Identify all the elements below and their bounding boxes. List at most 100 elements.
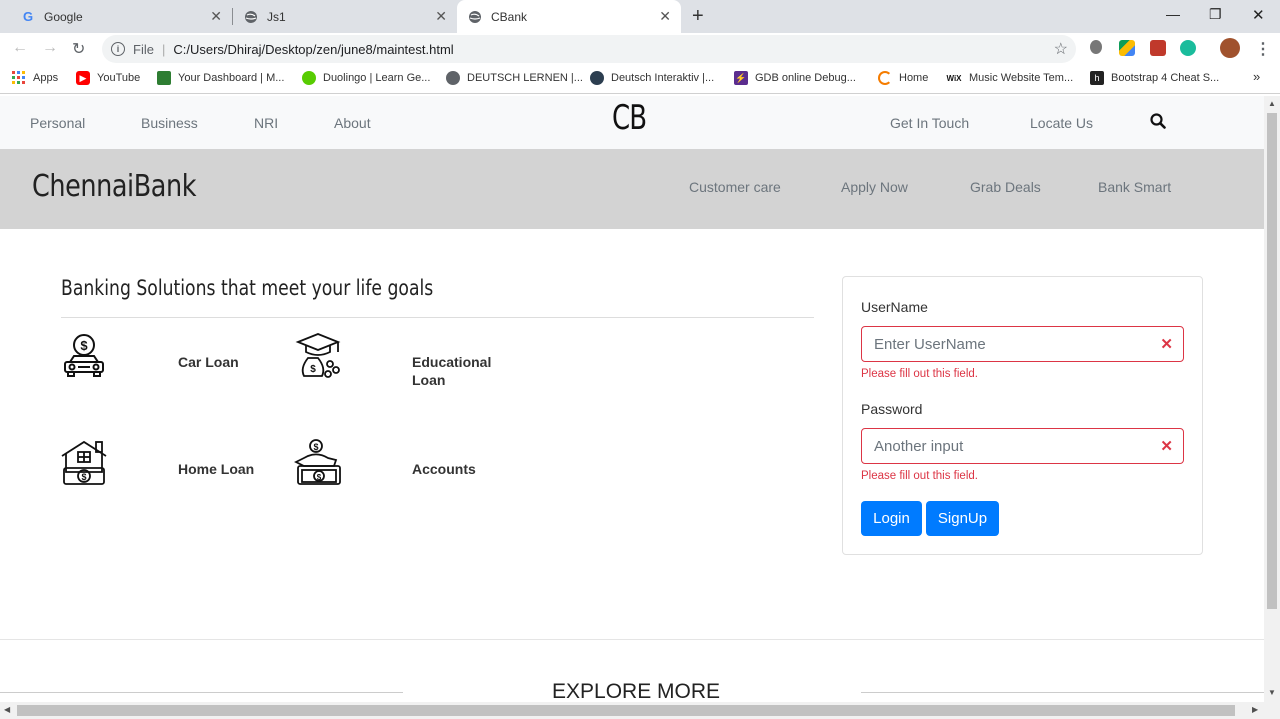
section-divider xyxy=(61,317,814,318)
globe-icon xyxy=(243,9,259,25)
url-scheme: File xyxy=(133,41,154,57)
username-input[interactable]: Enter UserName ✕ xyxy=(861,326,1184,362)
address-toolbar: ← → ↻ i File | C:/Users/Dhiraj/Desktop/z… xyxy=(0,33,1280,64)
bookmark-deutsch-interaktiv[interactable]: Deutsch Interaktiv |... xyxy=(590,71,714,85)
svg-text:$: $ xyxy=(317,473,322,482)
red-extension-icon[interactable] xyxy=(1150,40,1166,56)
tab-title: Js1 xyxy=(267,9,286,24)
bookmark-youtube[interactable]: ▶ YouTube xyxy=(76,71,140,85)
svg-text:$: $ xyxy=(313,442,318,452)
accounts-label[interactable]: Accounts xyxy=(412,460,476,478)
tab-cbank[interactable]: CBank ✕ xyxy=(457,0,681,33)
back-icon[interactable]: ← xyxy=(12,39,28,57)
scroll-left-icon[interactable]: ◀ xyxy=(4,705,10,714)
google-icon: G xyxy=(22,9,34,24)
car-loan-label[interactable]: Car Loan xyxy=(178,353,239,371)
signup-button[interactable]: SignUp xyxy=(926,501,999,536)
bookmark-label: Your Dashboard | M... xyxy=(178,72,285,84)
educational-loan-label[interactable]: Educational Loan xyxy=(412,353,512,389)
search-icon[interactable] xyxy=(1150,113,1166,134)
bookmark-label: GDB online Debug... xyxy=(755,72,856,84)
profile-avatar[interactable] xyxy=(1220,38,1240,58)
solutions-heading: Banking Solutions that meet your life go… xyxy=(61,276,434,300)
invalid-icon: ✕ xyxy=(1160,438,1173,455)
home-loan-label[interactable]: Home Loan xyxy=(178,460,254,478)
secondary-navbar: ChennaiBank Customer care Apply Now Grab… xyxy=(0,149,1264,229)
username-placeholder: Enter UserName xyxy=(874,335,986,353)
browser-tab-strip: G Google ✕ Js1 ✕ CBank ✕ + — ❐ ✕ xyxy=(0,0,1280,33)
bookmark-music-website[interactable]: WiX Music Website Tem... xyxy=(946,71,1073,85)
horizontal-scrollbar[interactable]: ◀ ▶ xyxy=(0,702,1280,719)
close-tab-icon[interactable]: ✕ xyxy=(659,8,671,25)
svg-text:$: $ xyxy=(80,338,88,353)
new-tab-icon[interactable]: + xyxy=(692,5,704,28)
bookmark-gdb[interactable]: ⚡ GDB online Debug... xyxy=(734,71,856,85)
svg-text:$: $ xyxy=(81,472,86,482)
nav-personal[interactable]: Personal xyxy=(30,115,85,131)
close-tab-icon[interactable]: ✕ xyxy=(210,8,222,25)
login-button[interactable]: Login xyxy=(861,501,922,536)
nav-locate-us[interactable]: Locate Us xyxy=(1030,115,1093,131)
nav-bank-smart[interactable]: Bank Smart xyxy=(1098,179,1171,195)
scroll-up-icon[interactable]: ▲ xyxy=(1268,99,1276,108)
bulb-extension-icon[interactable] xyxy=(1090,40,1102,54)
bookmark-bootstrap[interactable]: h Bootstrap 4 Cheat S... xyxy=(1090,71,1219,85)
site-title[interactable]: ChennaiBank xyxy=(32,169,196,204)
scroll-down-icon[interactable]: ▼ xyxy=(1268,688,1276,697)
close-window-icon[interactable]: ✕ xyxy=(1252,6,1265,24)
bookmark-home[interactable]: Home xyxy=(878,71,928,85)
login-card: UserName Enter UserName ✕ Please fill ou… xyxy=(842,276,1203,555)
nav-apply-now[interactable]: Apply Now xyxy=(841,179,908,195)
nav-business[interactable]: Business xyxy=(141,115,198,131)
password-placeholder: Another input xyxy=(874,437,964,455)
bookmark-deutsch-lernen[interactable]: DEUTSCH LERNEN |... xyxy=(446,71,583,85)
dw-icon xyxy=(590,71,604,85)
forward-icon[interactable]: → xyxy=(42,39,58,57)
menu-icon[interactable]: ⋮ xyxy=(1255,39,1271,59)
username-error: Please fill out this field. xyxy=(861,368,978,380)
tab-google[interactable]: G Google ✕ xyxy=(8,0,232,33)
password-error: Please fill out this field. xyxy=(861,470,978,482)
vertical-scrollbar[interactable]: ▲ ▼ xyxy=(1264,96,1280,702)
horizontal-scroll-thumb[interactable] xyxy=(17,705,1235,716)
vertical-scroll-thumb[interactable] xyxy=(1267,113,1277,609)
more-bookmarks-icon[interactable]: » xyxy=(1253,69,1260,84)
restore-icon[interactable]: ❐ xyxy=(1209,6,1222,23)
reload-icon[interactable]: ↻ xyxy=(72,39,85,59)
section-divider xyxy=(0,639,1264,640)
car-loan-icon: $ xyxy=(60,332,110,382)
nav-grab-deals[interactable]: Grab Deals xyxy=(970,179,1041,195)
explore-more-heading: EXPLORE MORE xyxy=(552,680,721,702)
drive-extension-icon[interactable] xyxy=(1119,40,1135,56)
bookmark-label: Deutsch Interaktiv |... xyxy=(611,72,715,84)
svg-text:$: $ xyxy=(310,364,316,375)
bookmark-dashboard[interactable]: Your Dashboard | M... xyxy=(157,71,284,85)
home-bookmark-icon xyxy=(878,71,892,85)
bookmark-label: Apps xyxy=(33,72,59,84)
bookmark-label: DEUTSCH LERNEN |... xyxy=(467,72,583,84)
bookmark-label: Home xyxy=(899,72,929,84)
close-tab-icon[interactable]: ✕ xyxy=(435,8,447,25)
nav-nri[interactable]: NRI xyxy=(254,115,278,131)
nav-customer-care[interactable]: Customer care xyxy=(689,179,781,195)
nav-about[interactable]: About xyxy=(334,115,371,131)
accounts-icon: $ $ xyxy=(293,438,344,488)
dashboard-icon xyxy=(157,71,171,85)
info-icon[interactable]: i xyxy=(111,42,125,56)
brand-logo[interactable]: CB xyxy=(612,98,647,138)
duolingo-icon xyxy=(302,71,316,85)
bookmark-apps[interactable]: Apps xyxy=(12,71,58,85)
tab-js1[interactable]: Js1 ✕ xyxy=(233,0,457,33)
url-bar[interactable]: i File | C:/Users/Dhiraj/Desktop/zen/jun… xyxy=(102,35,1076,63)
bookmark-duolingo[interactable]: Duolingo | Learn Ge... xyxy=(302,71,430,85)
minimize-icon[interactable]: — xyxy=(1166,6,1180,22)
m-extension-icon[interactable] xyxy=(1180,40,1196,56)
nav-get-in-touch[interactable]: Get In Touch xyxy=(890,115,969,131)
home-loan-icon: $ xyxy=(60,438,110,488)
url-text[interactable]: C:/Users/Dhiraj/Desktop/zen/june8/mainte… xyxy=(173,42,453,57)
apps-grid-icon xyxy=(12,71,26,85)
password-input[interactable]: Another input ✕ xyxy=(861,428,1184,464)
bookmark-label: Duolingo | Learn Ge... xyxy=(323,72,431,84)
bookmark-star-icon[interactable]: ☆ xyxy=(1054,39,1068,59)
scroll-right-icon[interactable]: ▶ xyxy=(1252,705,1258,714)
